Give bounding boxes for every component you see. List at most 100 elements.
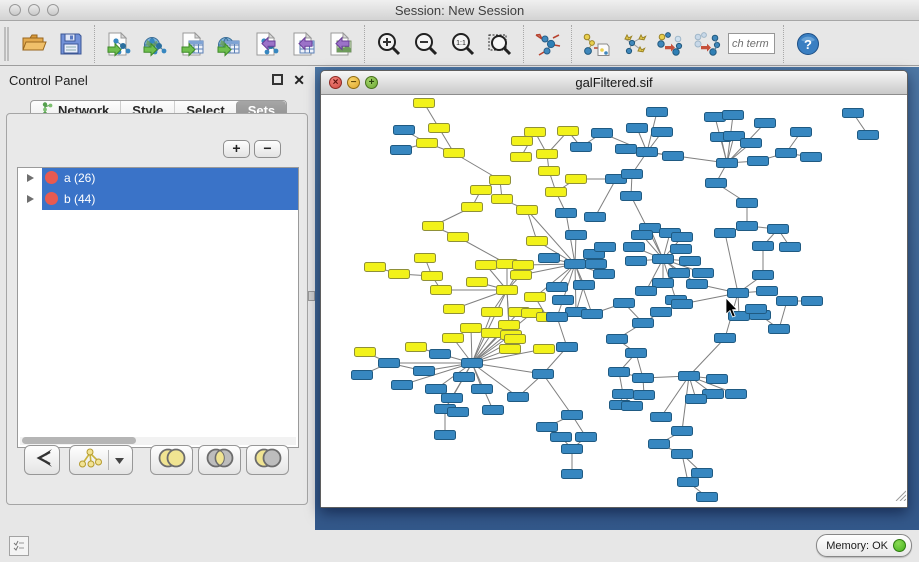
graph-node-blue[interactable] [678, 478, 699, 487]
graph-node-blue[interactable] [672, 233, 693, 242]
graph-node-blue[interactable] [508, 393, 529, 402]
graph-node-blue[interactable] [622, 170, 643, 179]
graph-node-blue[interactable] [671, 245, 692, 254]
import-network-db-button[interactable] [137, 25, 174, 63]
show-all-button[interactable] [688, 25, 725, 63]
graph-node-blue[interactable] [595, 243, 616, 252]
graph-node-blue[interactable] [613, 390, 634, 399]
graph-node-yellow[interactable] [499, 321, 520, 330]
graph-node-yellow[interactable] [406, 343, 427, 352]
graph-node-blue[interactable] [843, 109, 864, 118]
graph-node-blue[interactable] [715, 334, 736, 343]
graph-node-blue[interactable] [753, 242, 774, 251]
graph-node-yellow[interactable] [566, 175, 587, 184]
graph-node-blue[interactable] [647, 108, 668, 117]
expand-triangle-icon[interactable] [27, 174, 34, 182]
graph-node-yellow[interactable] [482, 329, 503, 338]
graph-node-blue[interactable] [746, 305, 767, 314]
hide-selected-button[interactable] [651, 25, 688, 63]
graph-node-blue[interactable] [586, 260, 607, 269]
graph-node-blue[interactable] [609, 368, 630, 377]
set-list-item[interactable]: a (26) [18, 168, 298, 189]
graph-node-blue[interactable] [426, 385, 447, 394]
toolbar-drag-handle[interactable] [4, 27, 9, 61]
close-panel-icon[interactable]: ✕ [293, 72, 305, 89]
create-set-button[interactable] [69, 445, 133, 475]
graph-node-blue[interactable] [632, 231, 653, 240]
graph-node-blue[interactable] [791, 128, 812, 137]
graph-node-yellow[interactable] [512, 137, 533, 146]
graph-node-blue[interactable] [626, 349, 647, 358]
graph-node-blue[interactable] [780, 243, 801, 252]
graph-node-blue[interactable] [726, 390, 747, 399]
graph-node-blue[interactable] [706, 179, 727, 188]
graph-node-yellow[interactable] [462, 203, 483, 212]
graph-node-blue[interactable] [737, 199, 758, 208]
resize-grip[interactable] [894, 488, 906, 506]
graph-node-blue[interactable] [576, 433, 597, 442]
float-panel-icon[interactable] [272, 74, 283, 85]
graph-node-blue[interactable] [614, 299, 635, 308]
graph-node-blue[interactable] [672, 300, 693, 309]
remove-set-button[interactable]: − [254, 140, 281, 158]
network-frame[interactable]: × − + galFiltered.sif [320, 70, 908, 508]
expand-triangle-icon[interactable] [27, 195, 34, 203]
graph-node-blue[interactable] [454, 373, 475, 382]
graph-node-blue[interactable] [728, 289, 749, 298]
graph-node-yellow[interactable] [444, 149, 465, 158]
graph-node-blue[interactable] [672, 427, 693, 436]
graph-node-blue[interactable] [626, 257, 647, 266]
graph-edge[interactable] [725, 233, 738, 293]
graph-node-blue[interactable] [651, 308, 672, 317]
intersect-sets-button[interactable] [198, 445, 241, 475]
network-graph[interactable] [321, 95, 907, 507]
graph-node-blue[interactable] [594, 270, 615, 279]
graph-node-yellow[interactable] [355, 348, 376, 357]
graph-node-blue[interactable] [769, 325, 790, 334]
difference-sets-button[interactable] [246, 445, 289, 475]
graph-node-blue[interactable] [652, 128, 673, 137]
graph-node-blue[interactable] [715, 229, 736, 238]
graph-node-yellow[interactable] [431, 286, 452, 295]
graph-node-blue[interactable] [562, 470, 583, 479]
graph-node-blue[interactable] [637, 148, 658, 157]
graph-node-blue[interactable] [562, 445, 583, 454]
extract-set-button[interactable] [24, 445, 60, 475]
graph-node-yellow[interactable] [558, 127, 579, 136]
graph-node-blue[interactable] [748, 157, 769, 166]
graph-node-blue[interactable] [582, 310, 603, 319]
graph-node-blue[interactable] [753, 271, 774, 280]
add-set-button[interactable]: + [223, 140, 250, 158]
graph-node-blue[interactable] [624, 243, 645, 252]
graph-node-blue[interactable] [686, 395, 707, 404]
graph-node-blue[interactable] [693, 269, 714, 278]
graph-edge[interactable] [689, 338, 725, 376]
graph-node-yellow[interactable] [444, 305, 465, 314]
graph-node-blue[interactable] [622, 402, 643, 411]
graph-node-yellow[interactable] [471, 186, 492, 195]
graph-node-blue[interactable] [801, 153, 822, 162]
graph-node-blue[interactable] [553, 296, 574, 305]
graph-node-blue[interactable] [442, 394, 463, 403]
graph-node-blue[interactable] [692, 469, 713, 478]
graph-node-yellow[interactable] [490, 176, 511, 185]
apply-layout-button[interactable] [529, 25, 566, 63]
graph-node-blue[interactable] [776, 149, 797, 158]
graph-node-blue[interactable] [679, 372, 700, 381]
select-nodes-button[interactable] [614, 25, 651, 63]
graph-node-yellow[interactable] [500, 345, 521, 354]
graph-node-blue[interactable] [551, 433, 572, 442]
graph-node-yellow[interactable] [513, 261, 534, 270]
graph-node-yellow[interactable] [467, 278, 488, 287]
network-frame-titlebar[interactable]: × − + galFiltered.sif [321, 71, 907, 95]
graph-node-blue[interactable] [633, 319, 654, 328]
graph-node-blue[interactable] [557, 343, 578, 352]
graph-node-blue[interactable] [768, 225, 789, 234]
graph-node-yellow[interactable] [448, 233, 469, 242]
task-history-button[interactable] [9, 536, 29, 556]
graph-node-blue[interactable] [565, 260, 586, 269]
graph-node-yellow[interactable] [365, 263, 386, 272]
graph-node-yellow[interactable] [482, 308, 503, 317]
graph-node-blue[interactable] [634, 391, 655, 400]
graph-node-blue[interactable] [755, 119, 776, 128]
